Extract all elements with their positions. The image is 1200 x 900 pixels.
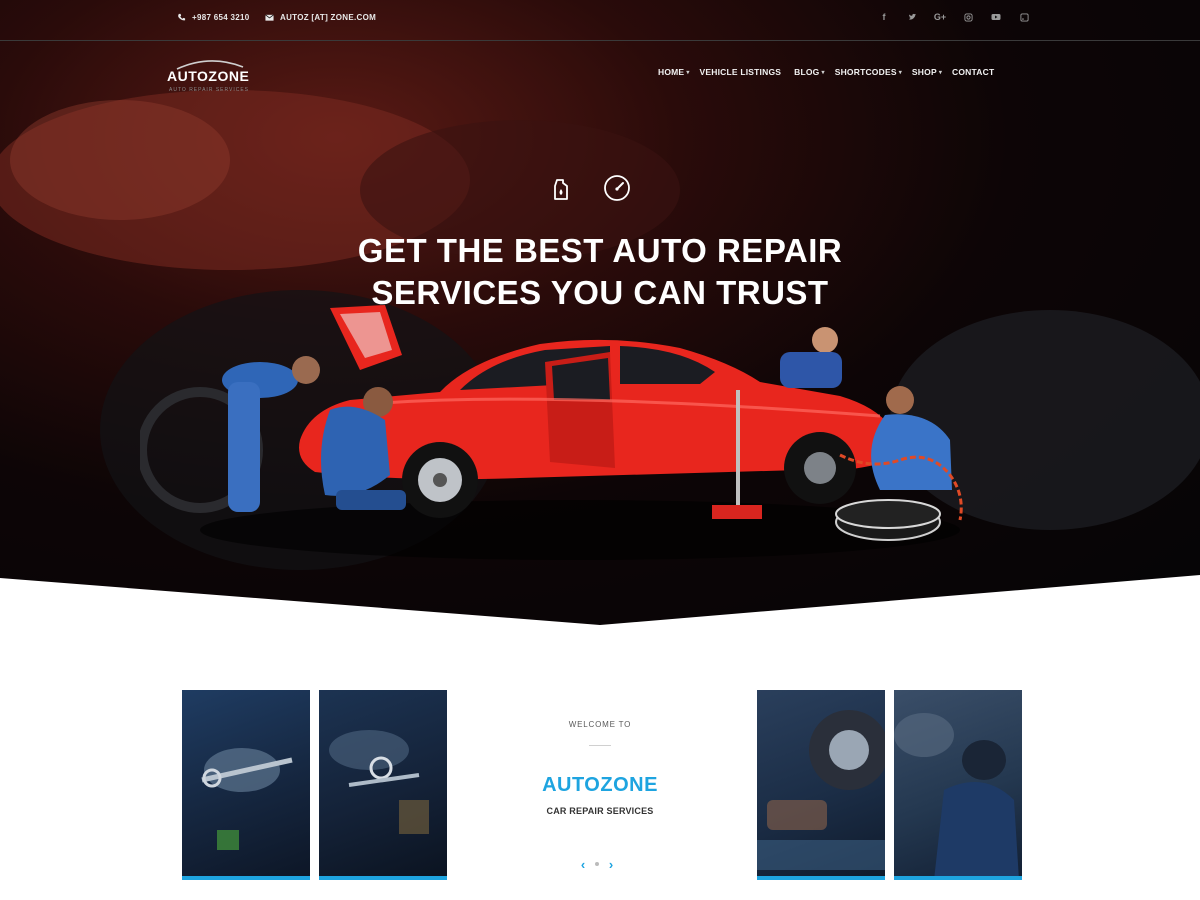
nav-label: BLOG [794, 67, 820, 77]
welcome-subtitle: CAR REPAIR SERVICES [546, 806, 654, 816]
welcome-label: WELCOME TO [568, 720, 632, 729]
twitter-icon[interactable] [906, 11, 918, 23]
facebook-icon[interactable]: f [878, 11, 890, 23]
social-links: f G+ [878, 11, 1030, 23]
welcome-title: AUTOZONE [542, 774, 658, 796]
slider-controls: ‹ › [577, 857, 617, 872]
chevron-down-icon: ▾ [686, 69, 690, 76]
instagram-icon[interactable] [962, 11, 974, 23]
chevron-right-icon[interactable]: › [605, 857, 617, 872]
service-photo-1 [182, 690, 310, 880]
email-address: AUTOZ [AT] ZONE.COM [280, 13, 377, 22]
phone-contact[interactable]: +987 654 3210 [177, 13, 250, 22]
nav-label: SHOP [911, 67, 937, 77]
oil-can-icon [554, 179, 568, 200]
chevron-down-icon: ▾ [821, 69, 825, 76]
service-photo-4 [894, 690, 1022, 880]
nav-label: CONTACT [952, 67, 995, 77]
mechanic-under-car-image [894, 713, 1019, 880]
slider-dot[interactable] [595, 862, 599, 866]
nav-contact[interactable]: CONTACT [952, 67, 994, 77]
nav-home[interactable]: HOME ▾ [658, 67, 690, 77]
welcome-divider [589, 745, 611, 746]
mechanic-hands-image [329, 730, 429, 834]
accent-bar [182, 876, 310, 880]
top-bar: +987 654 3210 AUTOZ [AT] ZONE.COM f G+ [0, 0, 1200, 41]
nav-blog[interactable]: BLOG ▾ [794, 67, 825, 77]
accent-bar [757, 876, 885, 880]
service-photo-2 [319, 690, 447, 880]
main-nav: HOME ▾ VEHICLE LISTINGS BLOG ▾ SHORTCODES ▾… [658, 67, 994, 77]
headline-line-1: GET THE BEST AUTO REPAIR [357, 232, 843, 269]
nav-label: SHORTCODES [834, 67, 897, 77]
nav-shortcodes[interactable]: SHORTCODES ▾ [835, 67, 902, 77]
service-photo-3 [757, 690, 885, 880]
nav-label: VEHICLE LISTINGS [699, 67, 782, 77]
nav-vehicle-listings[interactable]: VEHICLE LISTINGS [700, 67, 782, 77]
hero-section: +987 654 3210 AUTOZ [AT] ZONE.COM f G+ A… [0, 0, 1200, 625]
logo-text: AUTOZONE [167, 68, 250, 84]
chevron-down-icon: ▾ [938, 69, 943, 76]
logo-subtitle: AUTO REPAIR SERVICES [169, 87, 250, 93]
gauge-icon [604, 175, 630, 201]
wheel-repair-image [757, 710, 885, 870]
site-logo[interactable]: AUTOZONE AUTO REPAIR SERVICES [167, 58, 257, 98]
hero-car-illustration [140, 305, 963, 560]
accent-bar [894, 876, 1022, 880]
rss-icon[interactable] [1018, 11, 1030, 23]
google-plus-icon[interactable]: G+ [934, 11, 946, 23]
nav-label: HOME [658, 67, 685, 77]
chevron-down-icon: ▾ [898, 69, 902, 76]
phone-icon [178, 13, 186, 21]
wrench-tools-image [201, 748, 293, 850]
chevron-left-icon[interactable]: ‹ [577, 857, 589, 872]
phone-number: +987 654 3210 [192, 13, 250, 22]
hero-icons [545, 172, 633, 204]
accent-bar [319, 876, 447, 880]
email-contact[interactable]: AUTOZ [AT] ZONE.COM [265, 13, 376, 22]
youtube-icon[interactable] [990, 11, 1002, 23]
envelope-icon [265, 14, 274, 21]
nav-shop[interactable]: SHOP ▾ [912, 67, 942, 77]
